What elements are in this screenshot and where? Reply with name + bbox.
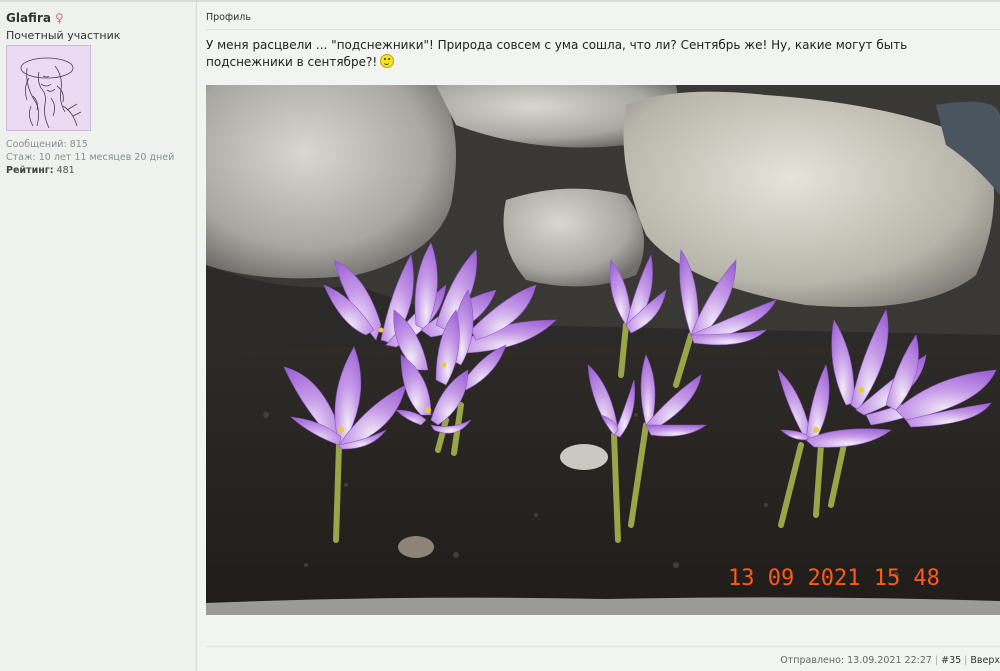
username[interactable]: Glafira bbox=[6, 11, 51, 25]
photo-timestamp: 13 09 2021 15 48 bbox=[728, 566, 940, 591]
avatar-drawing bbox=[7, 46, 90, 130]
post-number-link[interactable]: #35 bbox=[941, 655, 961, 666]
user-rank: Почетный участник bbox=[6, 29, 121, 42]
footer-separator: | bbox=[964, 655, 968, 666]
user-sidebar: Glafira ♀ Почетный участник Сообщений: 81… bbox=[0, 2, 197, 671]
rating-value: 481 bbox=[56, 165, 75, 176]
footer-divider bbox=[206, 646, 1000, 647]
header-divider bbox=[206, 29, 1000, 30]
rating-label: Рейтинг: bbox=[6, 165, 54, 176]
profile-link[interactable]: Профиль bbox=[206, 12, 251, 23]
post-text: У меня расцвели ... "подснежники"! Приро… bbox=[206, 37, 986, 71]
sent-date: Отправлено: 13.09.2021 22:27 bbox=[780, 655, 932, 666]
smiley-icon bbox=[380, 54, 395, 68]
top-link[interactable]: Вверх bbox=[970, 655, 1000, 666]
footer-separator: | bbox=[934, 655, 939, 666]
post-body: Профиль У меня расцвели ... "подснежники… bbox=[197, 2, 1000, 671]
gender-female-icon: ♀ bbox=[54, 11, 64, 25]
messages-count: Сообщений: 815 bbox=[6, 139, 88, 150]
post-footer: Отправлено: 13.09.2021 22:27 | #35 | Вверх bbox=[780, 655, 1000, 666]
username-link[interactable]: Glafira ♀ bbox=[6, 11, 64, 25]
post-photo[interactable]: 13 09 2021 15 48 bbox=[206, 85, 1000, 615]
user-stats: Сообщений: 815 Стаж: 10 лет 11 месяцев 2… bbox=[6, 138, 174, 177]
tenure: Стаж: 10 лет 11 месяцев 20 дней bbox=[6, 152, 175, 163]
photo-crocuses: 13 09 2021 15 48 bbox=[206, 85, 1000, 615]
rating: Рейтинг: 481 bbox=[6, 164, 174, 177]
post-message: У меня расцвели ... "подснежники"! Приро… bbox=[206, 38, 908, 69]
avatar[interactable] bbox=[6, 45, 91, 131]
